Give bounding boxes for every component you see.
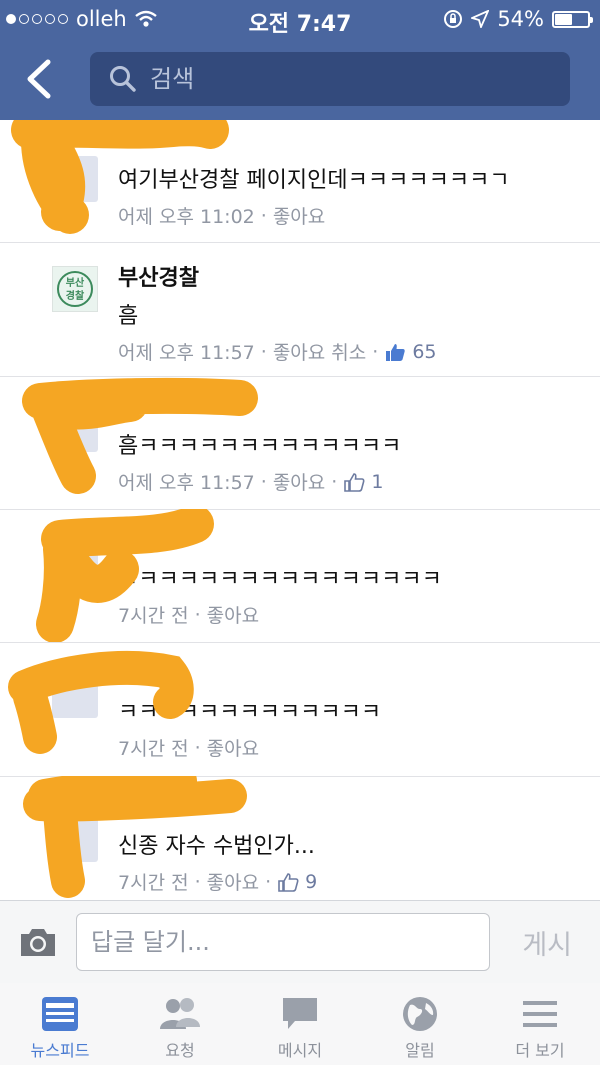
comment-meta: 7시간 전 · 좋아요 · 9 — [118, 868, 317, 895]
avatar[interactable] — [52, 539, 98, 585]
comment-time: 어제 오후 11:02 — [118, 206, 255, 228]
tab-requests[interactable]: 요청 — [120, 983, 240, 1065]
reply-composer: 게시 — [0, 900, 600, 984]
comment-meta: 어제 오후 11:57 · 좋아요 취소 · 65 — [118, 338, 437, 365]
commenter-name[interactable]: 부산경찰 — [118, 260, 199, 292]
like-button[interactable]: 좋아요 — [207, 734, 259, 761]
tab-label: 메시지 — [277, 1041, 323, 1060]
like-count[interactable]: 9 — [305, 871, 317, 893]
search-input[interactable] — [148, 64, 552, 94]
newsfeed-icon — [42, 997, 78, 1031]
like-button[interactable]: 좋아요 — [207, 868, 259, 895]
comment-item: 신종 자수 수법인가... 7시간 전 · 좋아요 · 9 — [0, 776, 600, 900]
thumbs-up-icon — [278, 872, 299, 892]
comment-item: 부산 경찰 부산경찰 흠 어제 오후 11:57 · 좋아요 취소 · 65 — [0, 242, 600, 377]
search-bar[interactable] — [90, 52, 570, 106]
thumbs-up-icon — [344, 472, 365, 492]
tab-label: 더 보기 — [515, 1041, 565, 1060]
like-count[interactable]: 65 — [412, 341, 436, 363]
battery-percent: 54% — [497, 7, 544, 31]
tab-label: 알림 — [405, 1041, 435, 1060]
like-button[interactable]: 좋아요 — [207, 601, 259, 628]
tab-more[interactable]: 더 보기 — [480, 983, 600, 1065]
camera-icon[interactable] — [18, 925, 58, 959]
avatar[interactable] — [52, 156, 98, 202]
comment-list: 여기부산경찰 페이지인데ㅋㅋㅋㅋㅋㅋㅋㄱ 어제 오후 11:02 · 좋아요 부… — [0, 120, 600, 900]
comment-time: 어제 오후 11:57 — [118, 342, 255, 364]
comment-item: ㅋㅋㅋㅋㅋㅋㅋㅋㅋㅋㅋㅋㅋ 7시간 전 · 좋아요 — [0, 642, 600, 777]
busan-police-logo: 부산 경찰 — [57, 271, 93, 307]
globe-notifications-icon — [403, 997, 437, 1031]
comment-item: 흠ㅋㅋㅋㅋㅋㅋㅋㅋㅋㅋㅋㅋㅋ 어제 오후 11:57 · 좋아요 · 1 — [0, 376, 600, 510]
comment-text: 흠ㅋㅋㅋㅋㅋㅋㅋㅋㅋㅋㅋㅋㅋ — [118, 434, 402, 459]
bottom-tab-bar: 뉴스피드 요청 메시지 알림 더 보기 — [0, 983, 600, 1065]
avatar[interactable] — [52, 816, 98, 862]
comment-meta: 어제 오후 11:02 · 좋아요 — [118, 202, 325, 229]
reply-input[interactable] — [76, 913, 490, 971]
messages-icon — [283, 998, 317, 1029]
comment-meta: 어제 오후 11:57 · 좋아요 · 1 — [118, 468, 383, 495]
comment-meta: 7시간 전 · 좋아요 — [118, 734, 259, 761]
friend-requests-icon — [160, 998, 200, 1029]
search-icon — [110, 66, 136, 92]
tab-messages[interactable]: 메시지 — [240, 983, 360, 1065]
comment-time: 7시간 전 — [118, 605, 189, 627]
tab-label: 뉴스피드 — [30, 1041, 90, 1060]
tab-label: 요청 — [165, 1041, 195, 1060]
comment-meta: 7시간 전 · 좋아요 — [118, 601, 259, 628]
back-arrow-icon[interactable] — [22, 58, 62, 100]
status-bar: olleh 오전 7:47 54% — [0, 0, 600, 40]
tab-newsfeed[interactable]: 뉴스피드 — [0, 983, 120, 1065]
comment-time: 7시간 전 — [118, 872, 189, 894]
like-count[interactable]: 1 — [371, 471, 383, 493]
comment-item: ㅋㅋㅋㅋㅋㅋㅋㅋㅋㅋㅋㅋㅋㅋㅋㅋ 7시간 전 · 좋아요 — [0, 509, 600, 643]
top-bar: olleh 오전 7:47 54% — [0, 0, 600, 120]
like-button[interactable]: 좋아요 — [273, 468, 325, 495]
battery-icon — [552, 10, 593, 28]
unlike-button[interactable]: 좋아요 취소 — [273, 338, 366, 365]
comment-item: 여기부산경찰 페이지인데ㅋㅋㅋㅋㅋㅋㅋㄱ 어제 오후 11:02 · 좋아요 — [0, 120, 600, 243]
location-arrow-icon — [471, 10, 490, 28]
comment-text: ㅋㅋㅋㅋㅋㅋㅋㅋㅋㅋㅋㅋㅋ — [118, 700, 382, 725]
post-button[interactable]: 게시 — [522, 923, 572, 962]
menu-icon — [523, 1001, 557, 1027]
comment-text: 신종 자수 수법인가... — [118, 834, 315, 859]
tab-notifications[interactable]: 알림 — [360, 983, 480, 1065]
thumbs-up-icon — [386, 343, 405, 361]
comment-text: 여기부산경찰 페이지인데ㅋㅋㅋㅋㅋㅋㅋㄱ — [118, 168, 510, 193]
comment-time: 7시간 전 — [118, 738, 189, 760]
avatar[interactable]: 부산 경찰 — [52, 266, 98, 312]
avatar[interactable] — [52, 672, 98, 718]
comment-text: 흠 — [118, 304, 139, 329]
avatar[interactable] — [52, 406, 98, 452]
comment-text: ㅋㅋㅋㅋㅋㅋㅋㅋㅋㅋㅋㅋㅋㅋㅋㅋ — [118, 567, 442, 592]
rotation-lock-icon — [444, 10, 463, 28]
comment-time: 어제 오후 11:57 — [118, 472, 255, 494]
like-button[interactable]: 좋아요 — [273, 202, 325, 229]
